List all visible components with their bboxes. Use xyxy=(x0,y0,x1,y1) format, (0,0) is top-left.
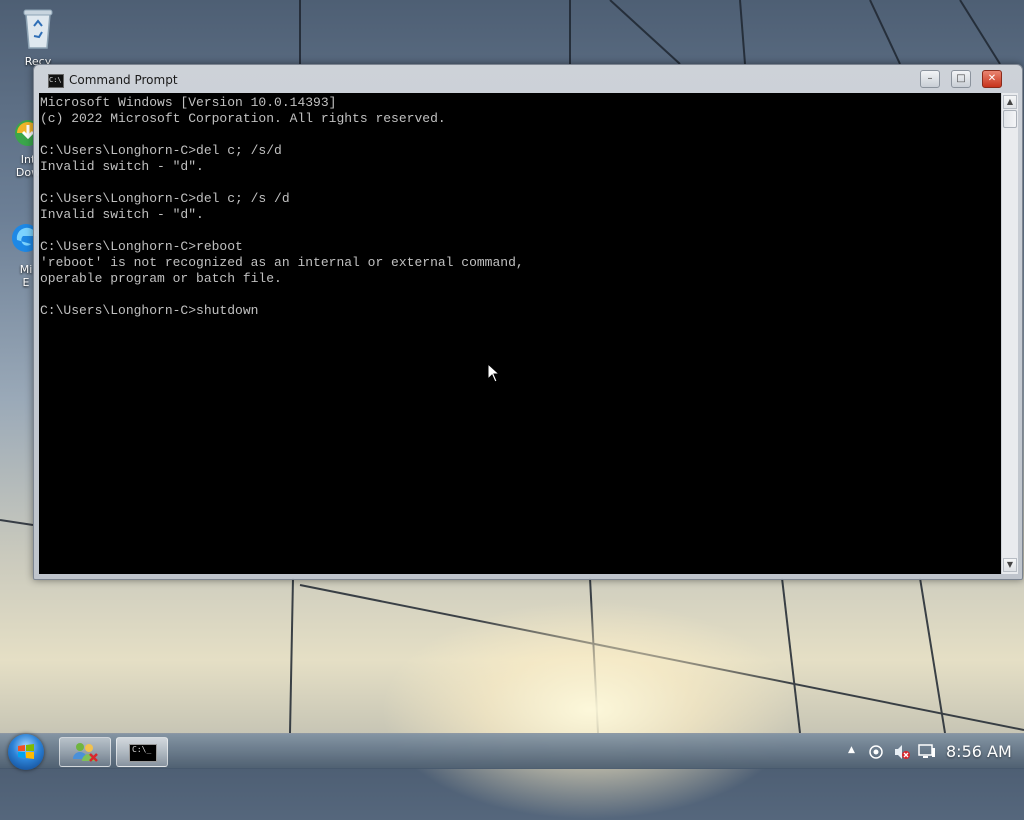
minimize-button[interactable]: – xyxy=(920,70,940,88)
window-titlebar[interactable]: C:\ Command Prompt – □ ✕ xyxy=(34,65,1022,95)
display-monitor-icon[interactable] xyxy=(918,744,936,760)
close-button[interactable]: ✕ xyxy=(982,70,1002,88)
mouse-cursor-icon xyxy=(487,363,501,383)
network-status-icon[interactable] xyxy=(868,744,884,760)
console-output[interactable]: Microsoft Windows [Version 10.0.14393] (… xyxy=(39,93,1001,574)
taskbar-users-network-app[interactable] xyxy=(59,737,111,767)
scroll-thumb[interactable] xyxy=(1003,110,1017,128)
minimize-icon: – xyxy=(927,73,933,84)
recycle-bin-icon xyxy=(23,9,53,49)
volume-muted-icon[interactable] xyxy=(893,743,911,761)
scroll-up-button[interactable]: ▲ xyxy=(1003,95,1017,109)
maximize-icon: □ xyxy=(956,73,966,84)
sunlight-glow xyxy=(380,600,800,820)
window-title: Command Prompt xyxy=(69,73,178,87)
windows-start-orb-icon xyxy=(18,744,34,759)
taskbar: C:\_ ▲ 8:56 AM xyxy=(0,733,1024,770)
desktop-icon-recycle-bin[interactable]: Recy xyxy=(0,6,76,68)
scroll-down-button[interactable]: ▼ xyxy=(1003,558,1017,572)
maximize-button[interactable]: □ xyxy=(951,70,971,88)
show-hidden-icons-button[interactable]: ▲ xyxy=(848,745,855,755)
console-text[interactable]: Microsoft Windows [Version 10.0.14393] (… xyxy=(39,93,1001,319)
start-button[interactable] xyxy=(8,734,44,770)
vertical-scrollbar[interactable]: ▲ ▼ xyxy=(1001,93,1018,574)
cmd-icon: C:\ xyxy=(48,74,64,88)
command-prompt-window[interactable]: C:\ Command Prompt – □ ✕ Microsoft Windo… xyxy=(33,64,1023,580)
taskbar-command-prompt[interactable]: C:\_ xyxy=(116,737,168,767)
users-network-icon xyxy=(73,743,98,762)
chevron-up-icon: ▲ xyxy=(848,745,855,755)
cmd-icon: C:\_ xyxy=(129,744,157,762)
close-icon: ✕ xyxy=(987,73,997,84)
taskbar-clock[interactable]: 8:56 AM xyxy=(946,742,1012,761)
